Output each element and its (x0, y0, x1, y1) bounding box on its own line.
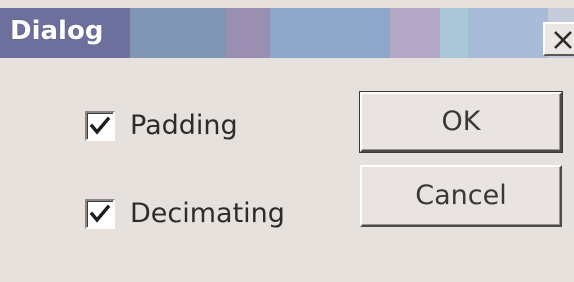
close-icon (554, 31, 572, 49)
padding-option[interactable]: Padding (85, 107, 325, 147)
dialog-window: Dialog Padding Decimating OK Cancel (0, 0, 574, 282)
decimating-option[interactable]: Decimating (85, 195, 345, 235)
title-bar-segment (130, 8, 225, 58)
title-bar-segment (390, 8, 440, 58)
decimating-checkbox[interactable] (85, 199, 115, 229)
title-bar[interactable]: Dialog (0, 8, 574, 58)
title-bar-segment (225, 8, 270, 58)
cancel-button[interactable]: Cancel (360, 165, 562, 227)
close-button[interactable] (543, 22, 574, 56)
title-bar-segment (440, 8, 468, 58)
padding-checkbox[interactable] (85, 111, 115, 141)
title-bar-segment (468, 8, 548, 58)
checkmark-icon (89, 116, 111, 135)
title-bar-segment (270, 8, 390, 58)
decimating-label[interactable]: Decimating (130, 195, 285, 233)
ok-button[interactable]: OK (359, 91, 563, 153)
checkmark-icon (89, 204, 111, 223)
padding-label[interactable]: Padding (130, 107, 238, 145)
window-title: Dialog (10, 16, 104, 46)
